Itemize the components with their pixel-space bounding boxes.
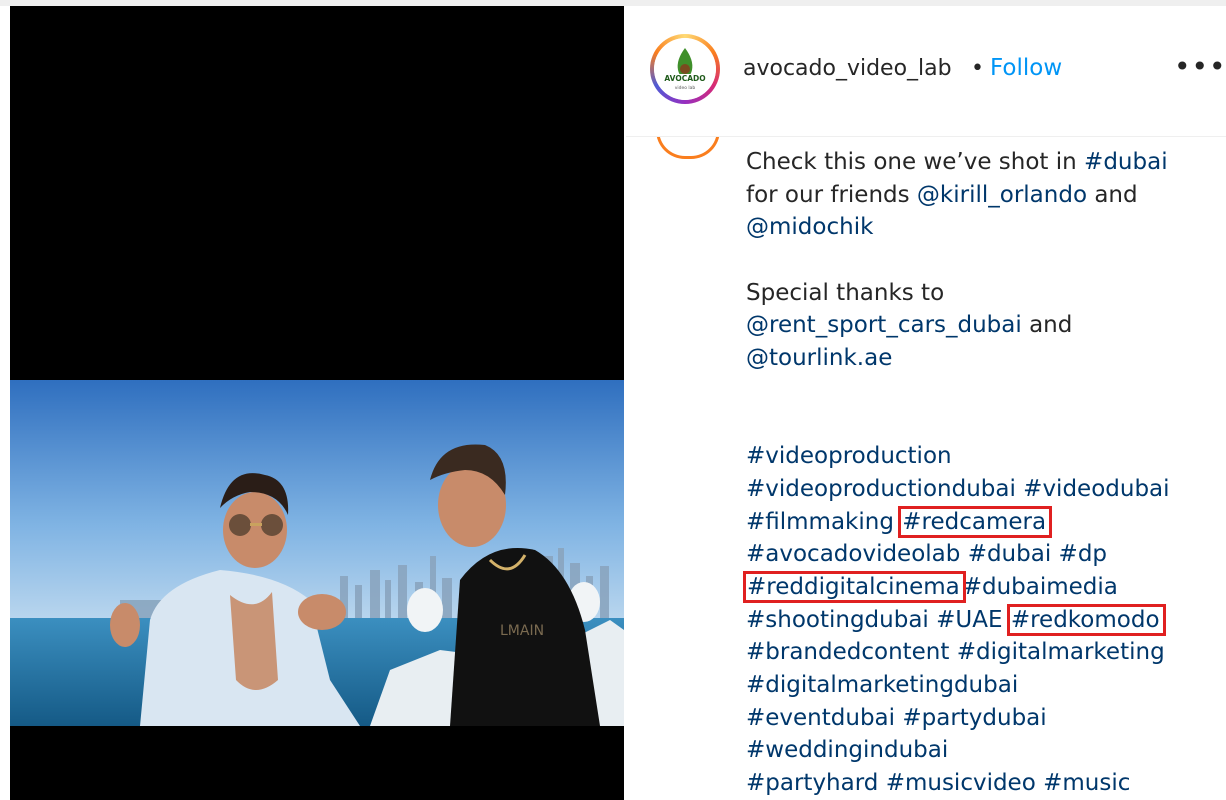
post-header: AVOCADO video lab avocado_video_lab • Fo… bbox=[626, 6, 1226, 137]
hashtag-link[interactable]: #musicvideo bbox=[886, 770, 1036, 796]
caption-intro: Check this one we’ve shot in bbox=[746, 149, 1085, 175]
caption-and: and bbox=[1021, 312, 1073, 339]
post-caption: Check this one we’ve shot in #dubai for … bbox=[743, 146, 1206, 800]
video-frame[interactable]: LMAIN bbox=[10, 380, 624, 726]
hashtag-link[interactable]: #digitalmarketing bbox=[957, 639, 1165, 665]
more-options-icon[interactable]: ••• bbox=[1174, 50, 1226, 83]
hashtag-link[interactable]: #videoproductiondubai bbox=[746, 476, 1016, 502]
hashtag-link[interactable]: #dp bbox=[1059, 541, 1107, 567]
hashtag-link-highlighted[interactable]: #redcamera bbox=[898, 505, 1053, 538]
hashtag-link[interactable]: #shootingdubai bbox=[746, 607, 929, 633]
hashtag-link[interactable]: #dubai bbox=[1084, 149, 1168, 175]
mention-link[interactable]: @midochik bbox=[746, 214, 873, 240]
hashtag-line: #weddingindubai bbox=[746, 734, 1206, 767]
post-media[interactable]: LMAIN bbox=[10, 6, 624, 800]
hashtag-line: #videoproduction bbox=[746, 440, 1206, 473]
separator-dot: • bbox=[971, 56, 984, 81]
caption-line: Check this one we’ve shot in #dubai bbox=[746, 146, 1206, 179]
hashtag-line: #partyhard #musicvideo #music bbox=[746, 767, 1206, 800]
author-avatar[interactable]: AVOCADO video lab bbox=[650, 34, 720, 104]
mention-link[interactable]: @kirill_orlando bbox=[917, 182, 1087, 208]
hashtag-link[interactable]: #partyhard bbox=[746, 770, 878, 796]
caption-thanks: Special thanks to bbox=[746, 279, 945, 306]
hashtag-link[interactable]: #weddingindubai bbox=[746, 737, 948, 763]
caption-line: Special thanks to bbox=[746, 277, 1206, 310]
hashtag-link[interactable]: #videoproduction bbox=[746, 443, 952, 469]
hashtag-link[interactable]: #dubaimedia bbox=[963, 574, 1118, 600]
hashtag-line: #digitalmarketingdubai bbox=[746, 669, 1206, 702]
hashtag-link[interactable]: #music bbox=[1043, 770, 1130, 796]
caption-line: for our friends @kirill_orlando and bbox=[746, 179, 1206, 212]
hashtag-link[interactable]: #partydubai bbox=[902, 705, 1046, 731]
svg-text:AVOCADO: AVOCADO bbox=[664, 74, 705, 83]
caption-line: @rent_sport_cars_dubai and bbox=[746, 309, 1206, 342]
hashtag-link[interactable]: #videodubai bbox=[1023, 476, 1169, 502]
hashtag-link[interactable]: #brandedcontent bbox=[746, 639, 949, 665]
avocado-logo-icon: AVOCADO video lab bbox=[654, 38, 716, 100]
caption-friends: for our friends bbox=[746, 181, 917, 208]
svg-text:video lab: video lab bbox=[675, 85, 696, 91]
hashtag-line: #reddigitalcinema #dubaimedia bbox=[743, 570, 1206, 604]
hashtag-link[interactable]: #dubai bbox=[968, 541, 1052, 567]
mention-link[interactable]: @tourlink.ae bbox=[746, 345, 892, 371]
hashtag-link[interactable]: #avocadovideolab bbox=[746, 541, 960, 567]
hashtag-line: #brandedcontent #digitalmarketing bbox=[746, 636, 1206, 669]
caption-and: and bbox=[1087, 181, 1138, 208]
hashtag-link[interactable]: #filmmaking bbox=[746, 509, 894, 535]
mention-link[interactable]: @rent_sport_cars_dubai bbox=[746, 312, 1022, 338]
hashtag-link-highlighted[interactable]: #reddigitalcinema bbox=[743, 570, 966, 603]
hashtag-line: #eventdubai #partydubai bbox=[746, 702, 1206, 735]
hashtag-line: #videoproductiondubai #videodubai bbox=[746, 473, 1206, 506]
hashtag-link[interactable]: #eventdubai bbox=[746, 705, 895, 731]
caption-line: @midochik bbox=[746, 211, 1206, 244]
hashtag-link[interactable]: #UAE bbox=[936, 607, 1002, 633]
post-side-panel: AVOCADO video lab avocado_video_lab • Fo… bbox=[626, 6, 1226, 800]
author-username[interactable]: avocado_video_lab bbox=[743, 56, 952, 81]
hashtag-link-highlighted[interactable]: #redkomodo bbox=[1006, 603, 1166, 636]
follow-button[interactable]: Follow bbox=[990, 55, 1062, 81]
caption-line: @tourlink.ae bbox=[746, 342, 1206, 375]
hashtag-line: #avocadovideolab #dubai #dp bbox=[746, 538, 1206, 571]
svg-text:LMAIN: LMAIN bbox=[500, 623, 544, 639]
hashtag-line: #filmmaking #redcamera bbox=[746, 505, 1206, 539]
hashtag-line: #shootingdubai #UAE #redkomodo bbox=[746, 603, 1206, 637]
hashtag-link[interactable]: #digitalmarketingdubai bbox=[746, 672, 1018, 698]
